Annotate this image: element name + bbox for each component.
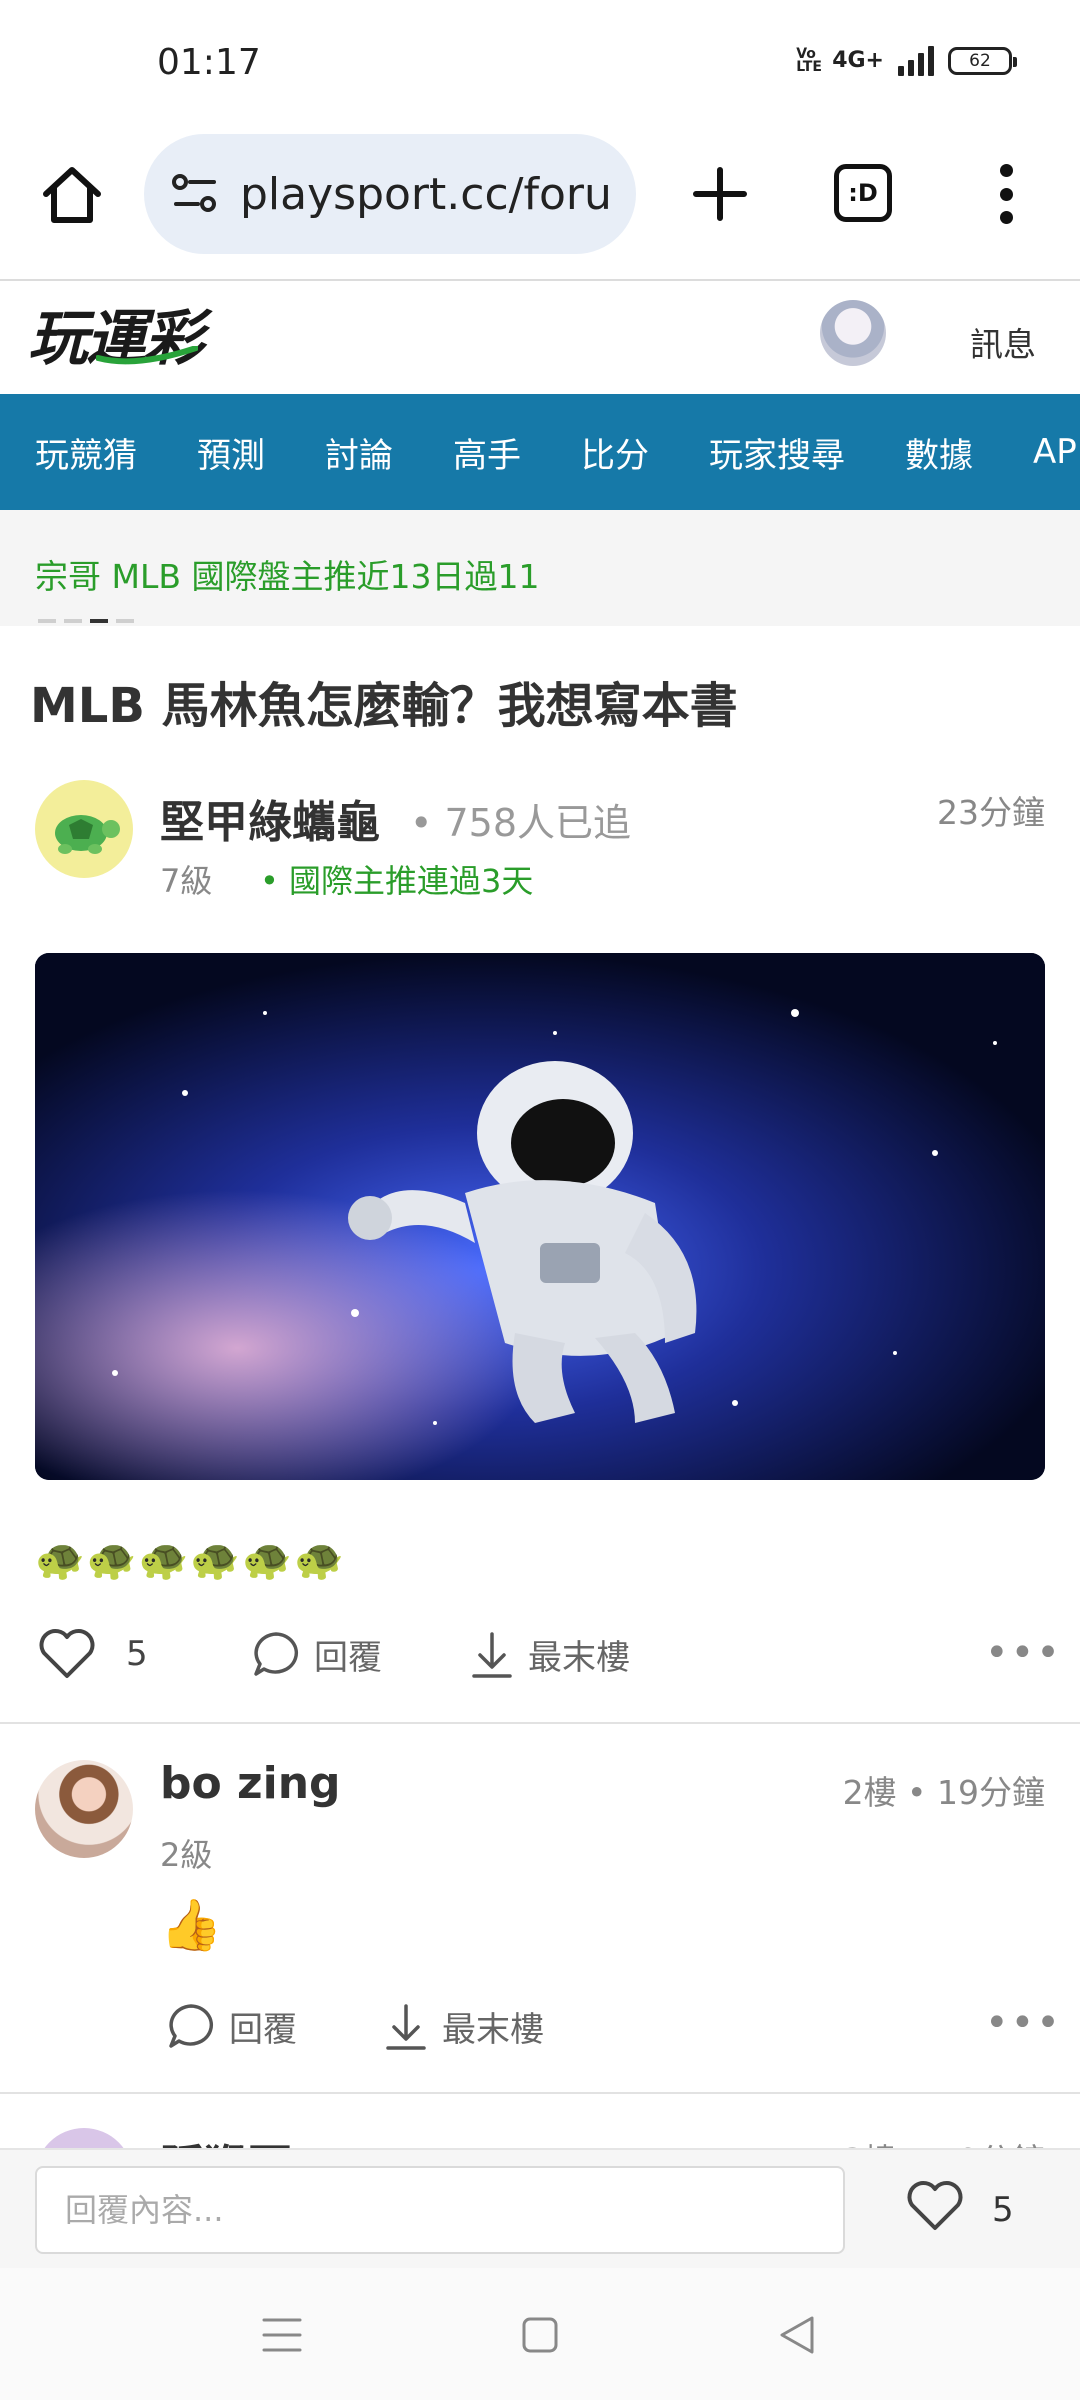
heart-icon[interactable] [906, 2180, 964, 2232]
reply-last-floor-label: 最末樓 [442, 2009, 544, 2050]
nav-item-guess[interactable]: 玩競猜 [0, 428, 137, 477]
post-like-count: 5 [126, 1634, 148, 1674]
messages-link[interactable]: 訊息 [970, 318, 1036, 366]
battery-icon: 62 [948, 47, 1017, 75]
heart-icon [39, 1629, 95, 1678]
post-divider [0, 1722, 1080, 1724]
reply-author-name[interactable]: bo zing [160, 1758, 341, 1809]
post-like-button[interactable]: 5 [38, 1628, 148, 1680]
nav-item-app[interactable]: APP [997, 432, 1080, 472]
volte-indicator: Vo LTE [796, 46, 822, 75]
author-badge[interactable]: • 國際主推連過3天 [260, 856, 533, 902]
reply-meta: 2樓 • 19分鐘 [842, 1773, 1045, 1812]
turtle-icon [55, 815, 120, 854]
tab-switcher-button[interactable]: :D [834, 164, 892, 222]
url-text: playsport.cc/foru [240, 168, 612, 220]
address-bar[interactable]: playsport.cc/foru [144, 134, 636, 254]
post-last-floor-label: 最末樓 [528, 1637, 630, 1678]
reply-divider [0, 2092, 1080, 2094]
author-level: 7級 [160, 862, 213, 900]
nav-item-player-search[interactable]: 玩家搜尋 [673, 428, 845, 477]
bottom-like-count: 5 [992, 2190, 1014, 2230]
post-title: MLB 馬林魚怎麼輸？我想寫本書 [30, 678, 738, 734]
comment-icon [169, 2004, 214, 2048]
site-settings-icon[interactable] [172, 174, 218, 214]
main-nav: 玩競猜 預測 討論 高手 比分 玩家搜尋 數據 APP [0, 394, 1080, 510]
post-last-floor-button[interactable]: 最末樓 [470, 1628, 630, 1680]
reply-reply-label: 回覆 [229, 2009, 297, 2050]
back-icon[interactable] [778, 2314, 816, 2356]
browser-menu-icon[interactable] [992, 158, 1020, 230]
download-arrow-icon [386, 2004, 426, 2050]
post-content: 🐢🐢🐢🐢🐢🐢 [35, 1537, 346, 1583]
nav-item-discuss[interactable]: 討論 [289, 428, 393, 477]
reply-more-button[interactable]: ••• [985, 2000, 1062, 2046]
reply-avatar[interactable] [35, 1760, 133, 1858]
follower-count: • 758人已追 [410, 801, 632, 845]
nav-item-experts[interactable]: 高手 [417, 428, 521, 477]
post-more-button[interactable]: ••• [985, 1630, 1062, 1676]
ticker-pagination [38, 619, 134, 623]
nav-item-scores[interactable]: 比分 [545, 428, 649, 477]
astronaut-image [35, 953, 1045, 1480]
new-tab-icon[interactable] [684, 158, 756, 230]
logo-swoosh-icon [96, 346, 198, 365]
reply-reply-button[interactable]: 回覆 [165, 2000, 297, 2052]
home-icon[interactable] [36, 160, 108, 232]
home-square-icon[interactable] [521, 2316, 559, 2354]
nav-item-predict[interactable]: 預測 [161, 428, 265, 477]
download-arrow-icon [472, 1632, 512, 1678]
signal-icon [898, 46, 934, 76]
author-avatar[interactable] [35, 780, 133, 878]
post-reply-label: 回覆 [314, 1637, 382, 1678]
author-name[interactable]: 堅甲綠蠵龜 [160, 786, 380, 850]
network-type: 4G+ [832, 48, 884, 73]
comment-icon [254, 1632, 299, 1676]
reply-last-floor-button[interactable]: 最末樓 [384, 2000, 544, 2052]
reply-content: 👍 [160, 1896, 223, 1954]
nav-item-data[interactable]: 數據 [869, 428, 973, 477]
ticker-link[interactable]: 宗哥 MLB 國際盤主推近13日過11 [35, 550, 539, 598]
user-avatar[interactable] [820, 300, 886, 366]
post-time: 23分鐘 [937, 793, 1045, 832]
status-indicators: Vo LTE 4G+ 62 [796, 46, 1017, 76]
reply-input[interactable] [35, 2166, 845, 2254]
post-reply-button[interactable]: 回覆 [250, 1628, 382, 1680]
post-image[interactable] [35, 953, 1045, 1480]
menu-icon[interactable] [262, 2316, 302, 2354]
toolbar-divider [0, 279, 1080, 281]
reply-level: 2級 [160, 1836, 213, 1874]
status-time: 01:17 [157, 42, 261, 83]
